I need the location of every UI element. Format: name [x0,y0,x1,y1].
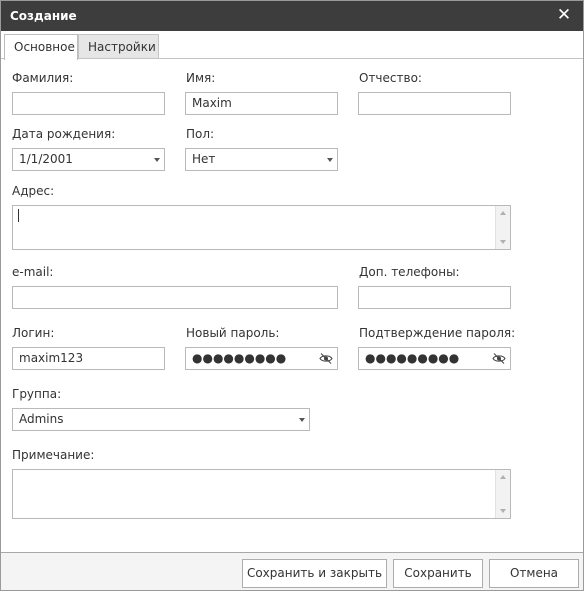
first-name-field[interactable]: Maxim [185,92,338,115]
birth-date-value: 1/1/2001 [19,152,73,166]
new-password-label: Новый пароль: [186,326,280,340]
first-name-label: Имя: [186,71,216,85]
extra-phones-field[interactable] [358,286,511,309]
group-select[interactable]: Admins [12,408,310,431]
chevron-down-icon[interactable] [154,158,160,162]
new-password-field[interactable]: ●●●●●●●●● [185,347,338,370]
eye-slash-icon[interactable] [319,352,333,365]
extra-phones-label: Доп. телефоны: [359,265,460,279]
birth-date-picker[interactable]: 1/1/2001 [12,148,165,171]
new-password-mask: ●●●●●●●●● [192,351,287,365]
middle-name-field[interactable] [358,92,511,115]
note-textarea[interactable] [12,469,511,519]
tab-content-main: Фамилия: Имя: Maxim Отчество: Дата рожде… [1,58,583,552]
confirm-password-field[interactable]: ●●●●●●●●● [358,347,511,370]
confirm-password-mask: ●●●●●●●●● [365,351,460,365]
email-field[interactable] [12,286,338,309]
login-field[interactable]: maxim123 [12,347,165,370]
address-label: Адрес: [12,184,55,198]
login-label: Логин: [12,326,55,340]
scroll-up-icon[interactable] [500,475,506,479]
close-icon[interactable]: ✕ [555,5,573,25]
middle-name-label: Отчество: [359,71,422,85]
chevron-down-icon[interactable] [327,158,333,162]
group-value: Admins [19,412,64,426]
last-name-label: Фамилия: [12,71,74,85]
create-user-dialog: Создание ✕ Основное Настройки Фамилия: И… [0,0,584,591]
tab-settings[interactable]: Настройки [78,34,159,60]
gender-select[interactable]: Нет [185,148,338,171]
address-textarea[interactable] [12,205,511,250]
window-title: Создание [10,9,77,23]
birth-date-label: Дата рождения: [12,127,116,141]
save-and-close-button[interactable]: Сохранить и закрыть [242,559,387,588]
last-name-field[interactable] [12,92,165,115]
email-label: e-mail: [12,265,54,279]
title-bar[interactable]: Создание ✕ [1,1,583,31]
eye-slash-icon[interactable] [492,352,506,365]
scroll-down-icon[interactable] [500,240,506,244]
tab-main[interactable]: Основное [4,34,78,60]
text-cursor [18,209,19,222]
note-scrollbar[interactable] [495,470,510,518]
gender-value: Нет [192,152,216,166]
save-button[interactable]: Сохранить [393,559,483,588]
gender-label: Пол: [186,127,215,141]
cancel-button[interactable]: Отмена [489,559,579,588]
dialog-footer: Сохранить и закрыть Сохранить Отмена [1,552,583,590]
note-label: Примечание: [12,448,95,462]
chevron-down-icon[interactable] [299,418,305,422]
confirm-password-label: Подтверждение пароля: [359,326,516,340]
address-scrollbar[interactable] [495,206,510,249]
scroll-down-icon[interactable] [500,509,506,513]
group-label: Группа: [12,387,62,401]
scroll-up-icon[interactable] [500,211,506,215]
tab-strip: Основное Настройки [1,31,583,60]
